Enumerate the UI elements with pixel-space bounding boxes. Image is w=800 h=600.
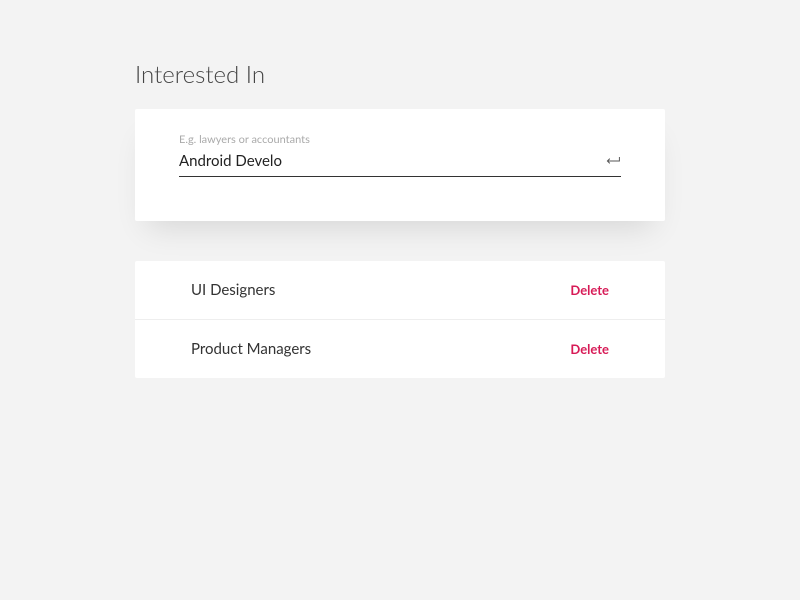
input-hint: E.g. lawyers or accountants (179, 133, 621, 146)
delete-button[interactable]: Delete (570, 282, 609, 298)
interest-list: UI Designers Delete Product Managers Del… (135, 261, 665, 378)
delete-button[interactable]: Delete (570, 341, 609, 357)
item-label: Product Managers (191, 340, 311, 358)
list-item: UI Designers Delete (135, 261, 665, 320)
list-item: Product Managers Delete (135, 320, 665, 378)
enter-icon[interactable] (605, 155, 621, 167)
container: Interested In E.g. lawyers or accountant… (0, 0, 800, 378)
input-card: E.g. lawyers or accountants (135, 109, 665, 221)
page-title: Interested In (135, 60, 665, 89)
item-label: UI Designers (191, 281, 275, 299)
interest-input[interactable] (179, 152, 605, 170)
input-row (179, 152, 621, 177)
